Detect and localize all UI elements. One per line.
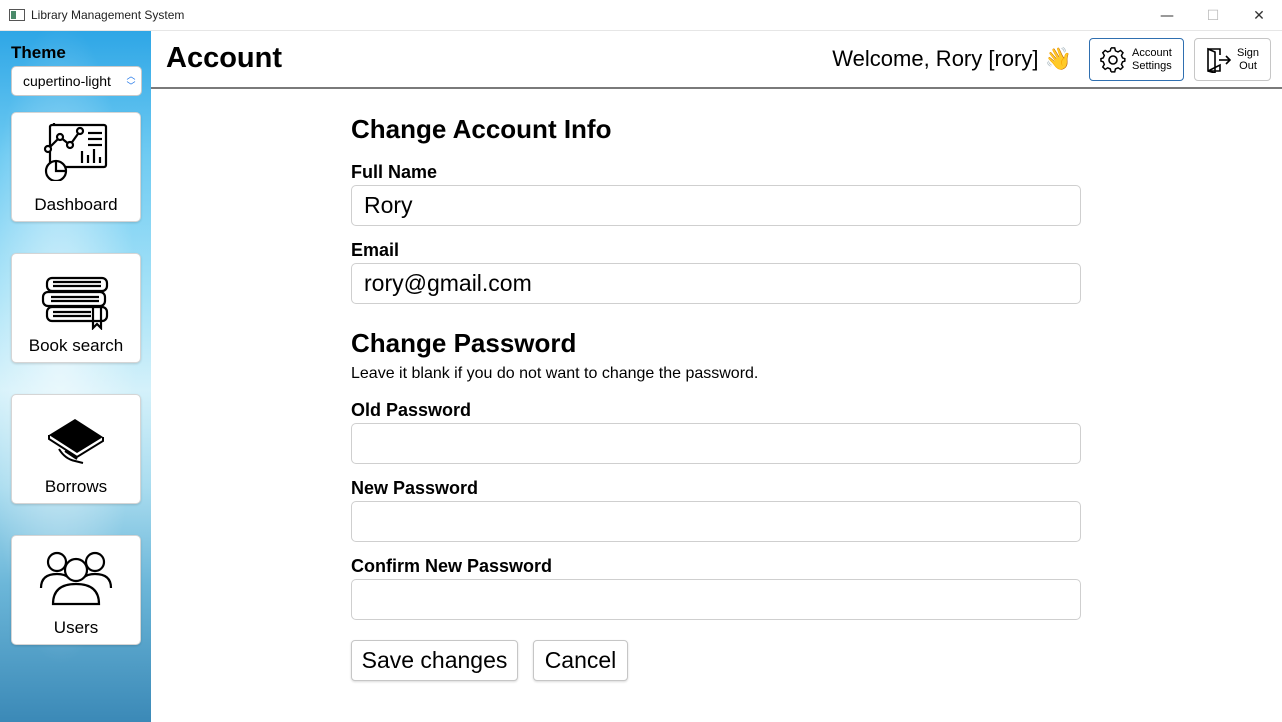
books-icon bbox=[41, 276, 109, 330]
sign-out-button[interactable]: Sign Out bbox=[1194, 38, 1271, 81]
new-password-label: New Password bbox=[351, 478, 479, 498]
sidebar-item-label: Users bbox=[53, 618, 99, 637]
email-field[interactable]: rory@gmail.com bbox=[351, 263, 1081, 304]
sidebar-item-book-search[interactable]: Book search bbox=[11, 253, 141, 363]
account-info-heading: Change Account Info bbox=[351, 114, 612, 144]
updown-arrows-icon: ︿ ﹀ bbox=[126, 71, 136, 91]
window-controls: — ☐ ✕ bbox=[1144, 0, 1282, 31]
close-button[interactable]: ✕ bbox=[1236, 0, 1282, 31]
window-title: Library Management System bbox=[31, 8, 185, 22]
full-name-value: Rory bbox=[364, 192, 413, 218]
cancel-button[interactable]: Cancel bbox=[533, 640, 628, 681]
sidebar-item-dashboard[interactable]: Dashboard bbox=[11, 112, 141, 222]
email-label: Email bbox=[351, 240, 400, 260]
old-password-label: Old Password bbox=[351, 400, 472, 420]
theme-select-value: cupertino-light bbox=[23, 73, 111, 89]
sign-out-label: Sign Out bbox=[1237, 46, 1260, 72]
users-icon bbox=[39, 551, 113, 606]
old-password-field[interactable] bbox=[351, 423, 1081, 464]
sidebar: Theme cupertino-light ︿ ﹀ Dashboard Book… bbox=[0, 31, 151, 722]
sidebar-item-label: Dashboard bbox=[34, 195, 118, 214]
theme-select[interactable]: cupertino-light ︿ ﹀ bbox=[11, 66, 142, 96]
sidebar-item-label: Book search bbox=[28, 336, 124, 355]
borrow-book-icon bbox=[48, 419, 104, 464]
account-settings-button[interactable]: Account Settings bbox=[1089, 38, 1184, 81]
change-password-heading: Change Password bbox=[351, 328, 577, 358]
confirm-password-field[interactable] bbox=[351, 579, 1081, 620]
full-name-field[interactable]: Rory bbox=[351, 185, 1081, 226]
app-icon bbox=[9, 9, 25, 21]
account-settings-label: Account Settings bbox=[1132, 46, 1172, 72]
header: Account Welcome, Rory [rory] 👋 Account S… bbox=[151, 31, 1282, 89]
minimize-button[interactable]: — bbox=[1144, 0, 1190, 31]
new-password-field[interactable] bbox=[351, 501, 1081, 542]
email-value: rory@gmail.com bbox=[364, 270, 532, 296]
window-titlebar: Library Management System — ☐ ✕ bbox=[0, 0, 1282, 31]
theme-label: Theme bbox=[11, 43, 66, 62]
confirm-password-label: Confirm New Password bbox=[351, 556, 553, 576]
sidebar-item-users[interactable]: Users bbox=[11, 535, 141, 645]
gear-icon bbox=[1100, 46, 1126, 73]
sidebar-item-label: Borrows bbox=[44, 477, 108, 496]
full-name-label: Full Name bbox=[351, 162, 438, 182]
maximize-button[interactable]: ☐ bbox=[1190, 0, 1236, 31]
sign-out-icon bbox=[1207, 47, 1231, 73]
password-hint: Leave it blank if you do not want to cha… bbox=[351, 365, 759, 382]
save-changes-button[interactable]: Save changes bbox=[351, 640, 518, 681]
sidebar-item-borrows[interactable]: Borrows bbox=[11, 394, 141, 504]
dashboard-icon bbox=[43, 123, 108, 181]
page-title: Account bbox=[166, 42, 282, 74]
welcome-text: Welcome, Rory [rory] 👋 bbox=[832, 46, 1072, 71]
